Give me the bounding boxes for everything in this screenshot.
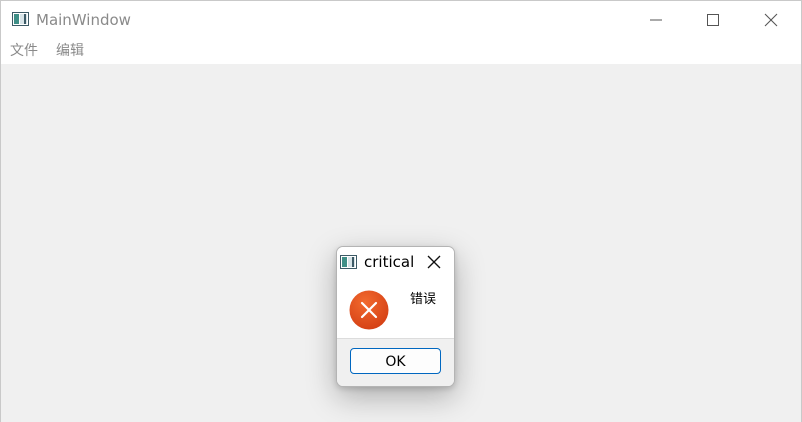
dialog-close-button[interactable] <box>425 253 443 271</box>
menu-item-file[interactable]: 文件 <box>10 43 38 60</box>
dialog-message: 错误 <box>410 292 437 307</box>
dialog-footer: OK <box>337 339 454 386</box>
dialog-body: 错误 <box>337 277 454 338</box>
ok-button[interactable]: OK <box>350 348 441 374</box>
dialog-title-bar[interactable]: critical <box>337 247 454 277</box>
menu-bar: 文件 编辑 <box>1 39 801 64</box>
close-icon <box>427 255 441 269</box>
maximize-icon <box>707 14 719 26</box>
minimize-button[interactable] <box>633 1 679 39</box>
menu-item-edit[interactable]: 编辑 <box>56 43 84 60</box>
minimize-icon <box>650 19 662 21</box>
dialog-title: critical <box>364 253 415 271</box>
app-window-icon <box>12 12 29 26</box>
close-button[interactable] <box>748 1 794 39</box>
error-icon <box>349 290 389 330</box>
title-bar[interactable]: MainWindow <box>1 1 801 39</box>
window-title: MainWindow <box>36 11 131 29</box>
app-window-icon <box>340 255 357 269</box>
close-icon <box>764 13 778 27</box>
critical-dialog: critical 错误 OK <box>336 246 455 387</box>
maximize-button[interactable] <box>690 1 736 39</box>
